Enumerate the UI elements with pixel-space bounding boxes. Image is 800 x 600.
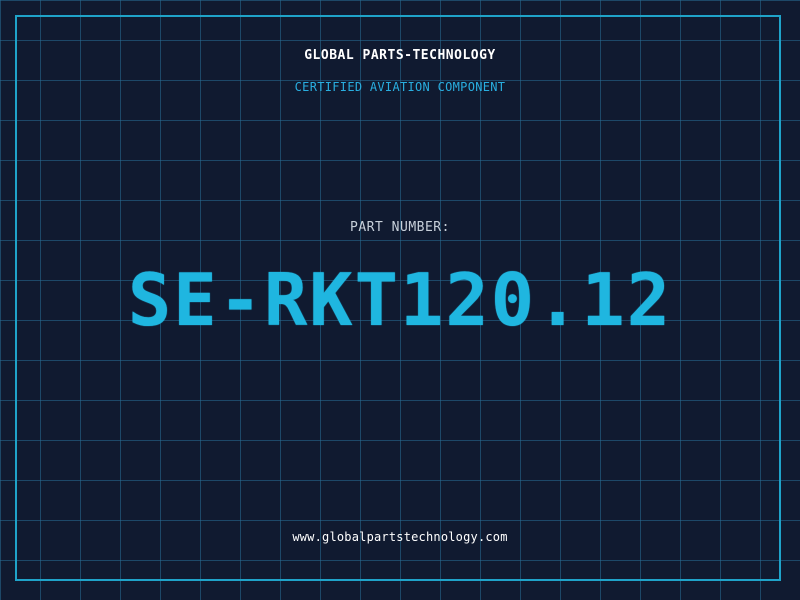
part-number-label: PART NUMBER: <box>350 220 450 235</box>
website-url: www.globalpartstechnology.com <box>292 530 508 544</box>
company-name: GLOBAL PARTS-TECHNOLOGY <box>304 48 496 63</box>
certification-subtitle: CERTIFIED AVIATION COMPONENT <box>294 80 506 94</box>
part-number-value: SE-RKT120.12 <box>127 258 673 342</box>
